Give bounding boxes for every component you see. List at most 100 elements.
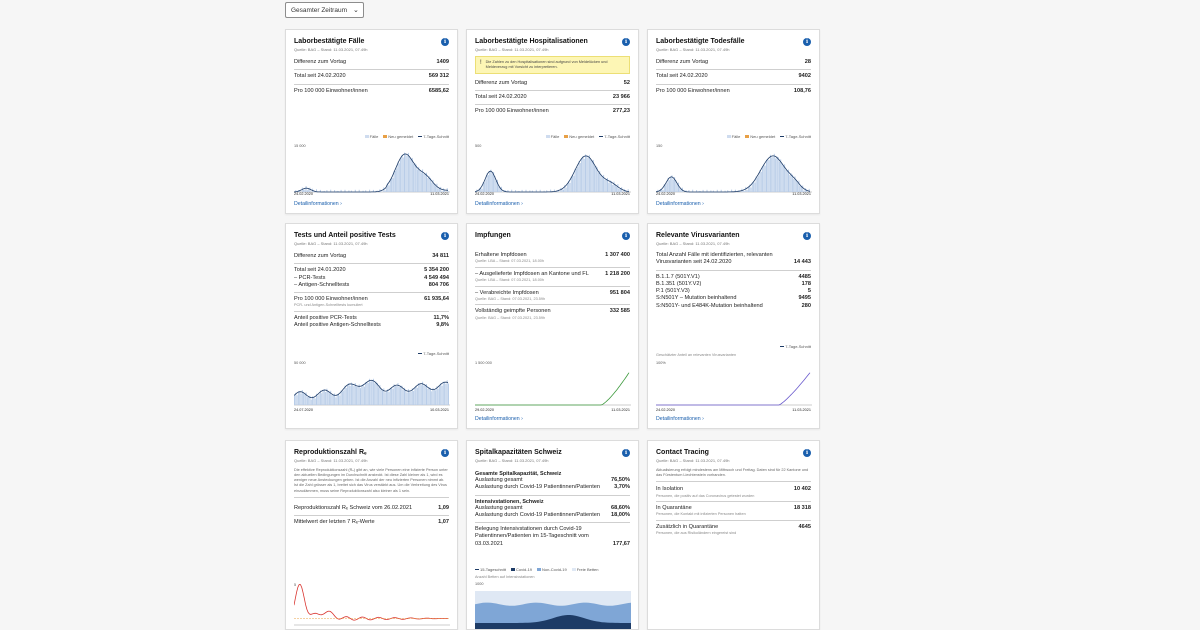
chart-bar	[404, 153, 405, 192]
chart-bar	[407, 619, 408, 625]
card-title: Impfungen	[475, 232, 511, 240]
chart-bar	[418, 619, 419, 625]
chart-bar	[563, 190, 564, 192]
chevron-right-icon: ›	[702, 416, 704, 422]
card-source: Quelle: BAG – Stand: 11.03.2021, 07.49h	[656, 47, 745, 52]
chart-bar	[491, 170, 492, 192]
chart-bar	[436, 184, 437, 192]
stat-row: B.1.351 (501Y.V2)178	[656, 281, 811, 288]
chart-bar	[403, 157, 404, 192]
chart-bar	[315, 398, 316, 405]
chart-bar	[370, 620, 371, 625]
chart-bar	[448, 384, 449, 406]
chart-bar	[355, 383, 356, 405]
chart-bar	[308, 396, 309, 405]
chart-bar	[770, 155, 771, 192]
chart-bar	[313, 397, 314, 405]
chart-bar	[412, 388, 413, 405]
chart-bar	[427, 178, 428, 192]
chart-bar	[606, 180, 607, 193]
info-icon[interactable]: i	[441, 38, 449, 46]
chart-bar	[443, 382, 444, 405]
period-select[interactable]: Gesamter Zeitraum ⌄	[285, 2, 364, 18]
chart-bar	[598, 173, 599, 192]
chart-bar	[776, 157, 777, 193]
chart-bar	[604, 180, 605, 192]
stat-row: – Antigen-Schnelltests804 706	[294, 282, 449, 293]
chart-bar	[407, 156, 408, 192]
chart-legend: Fälle Neu gemeldet 7-Tage-Schnitt	[546, 134, 630, 139]
details-link[interactable]: Detailinformationen ›	[656, 201, 704, 207]
chart-bar	[311, 614, 312, 625]
info-icon[interactable]: i	[803, 449, 811, 457]
chart-bar	[343, 390, 344, 405]
chart-bar	[335, 397, 336, 405]
chart-bar	[416, 386, 417, 405]
chart-bar	[352, 384, 353, 405]
chart-bar	[311, 400, 312, 405]
info-icon[interactable]: i	[622, 232, 630, 240]
info-icon[interactable]: i	[803, 38, 811, 46]
chart-bar	[782, 163, 783, 192]
chart-bar	[570, 183, 571, 192]
chart-bar	[669, 180, 670, 192]
chart-bar	[342, 391, 343, 405]
chart-bar	[390, 180, 391, 192]
info-icon[interactable]: i	[441, 232, 449, 240]
chart-bar	[302, 588, 303, 625]
chart-bar	[754, 183, 755, 192]
chart-bar	[385, 392, 386, 405]
chart-bar	[310, 614, 311, 625]
chart-bar	[793, 179, 794, 192]
info-icon[interactable]: i	[803, 232, 811, 240]
info-icon[interactable]: i	[622, 449, 630, 457]
details-link[interactable]: Detailinformationen ›	[475, 201, 523, 207]
chart-bar	[581, 159, 582, 192]
chart-bar	[294, 396, 295, 406]
details-link[interactable]: Detailinformationen ›	[656, 416, 704, 422]
chart-bar	[401, 386, 402, 405]
icu-capacity-chart	[475, 589, 631, 629]
chart-legend: 7-Tage-Schnitt	[780, 344, 811, 349]
chart-bar	[386, 188, 387, 192]
chart-bar	[673, 180, 674, 192]
chart-bar	[761, 172, 762, 192]
chart-bar	[765, 166, 766, 192]
chart-bar	[425, 174, 426, 192]
chart-bar	[369, 379, 370, 405]
chart-bar	[798, 181, 799, 192]
chart-bar	[360, 388, 361, 405]
chart-bar	[345, 617, 346, 625]
card-title: Contact Tracing	[656, 449, 730, 457]
chart-bar	[586, 156, 587, 192]
card-todesfaelle: Laborbestätigte Todesfälle Quelle: BAG –…	[647, 29, 820, 214]
info-icon[interactable]: i	[441, 449, 449, 457]
x-tick-end: 11.03.2021	[430, 192, 449, 196]
stat-row: Differenz zum Vortag52	[475, 80, 630, 91]
chart-bar	[373, 619, 374, 625]
y-tick: 500	[475, 144, 481, 148]
stat-block: Erhaltene Impfdosen1 307 400 Quelle: LBA…	[475, 252, 630, 268]
card-hospitalisationen: Laborbestätigte Hospitalisationen Quelle…	[466, 29, 639, 214]
period-select-label: Gesamter Zeitraum	[291, 7, 347, 14]
card-source: Quelle: BAG – Stand: 11.03.2021, 07.49h	[656, 458, 730, 463]
cases-chart	[294, 150, 450, 194]
chart-bar	[417, 619, 418, 625]
chart-bar	[391, 618, 392, 625]
chart-bar	[438, 389, 439, 405]
details-link[interactable]: Detailinformationen ›	[294, 201, 342, 207]
card-title: Laborbestätigte Hospitalisationen	[475, 38, 588, 46]
card-source: Quelle: BAG – Stand: 11.03.2021, 07.49h	[656, 241, 740, 246]
chart-bar	[400, 619, 401, 625]
details-link[interactable]: Detailinformationen ›	[475, 416, 523, 422]
card-source: Quelle: BAG – Stand: 11.03.2021, 07.49h	[475, 458, 562, 463]
card-reproduktionszahl: Reproduktionszahl Rₑ Quelle: BAG – Stand…	[285, 440, 458, 630]
info-icon[interactable]: i	[622, 38, 630, 46]
stat-row: Pro 100 000 Einwohner/innen61 935,64	[294, 296, 449, 303]
chart-bar	[422, 169, 423, 192]
tests-chart	[294, 367, 450, 407]
x-tick-end: 11.03.2021	[611, 408, 630, 412]
chart-bar	[376, 618, 377, 625]
chevron-down-icon: ⌄	[353, 6, 359, 14]
chart-bar	[401, 619, 402, 625]
